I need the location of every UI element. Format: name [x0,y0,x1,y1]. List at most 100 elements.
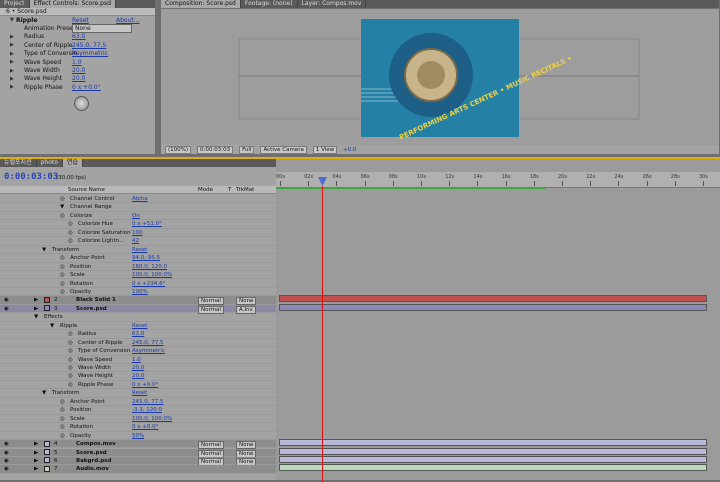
property-row[interactable]: ◎ Rotation 0 x +234.6° [0,280,276,288]
ec-prop-value[interactable]: 1.0 [72,59,82,66]
property-row[interactable]: ◎ Wave Speed 1.0 [0,356,276,364]
property-row[interactable]: ▼ Transform Reset [0,246,276,255]
property-row[interactable]: ◎ Opacity 100% [0,288,276,297]
expand-triangle-icon[interactable]: ◎ [68,229,73,237]
property-row[interactable]: ◎ Radius 63.0 [0,330,276,339]
property-row[interactable]: ◎ Position 160.0, 120.0 [0,263,276,272]
expand-triangle-icon[interactable]: ◎ [60,263,65,271]
property-value[interactable]: 245.0, 77.5 [132,398,164,406]
property-value[interactable]: Alpha [132,195,148,203]
property-row[interactable]: ◎ Scale 100.0, 100.0% [0,415,276,424]
expand-triangle-icon[interactable]: ◎ [68,330,73,338]
property-value[interactable]: Asymmetric [132,347,165,355]
property-row[interactable]: ◎ Position -3.3, 120.0 [0,406,276,415]
expand-triangle-icon[interactable]: ◎ [68,339,73,347]
ripple-phase-dial[interactable] [74,96,89,111]
expand-triangle-icon[interactable]: ◎ [60,271,65,279]
property-value[interactable]: Reset [132,246,147,254]
exposure-value[interactable]: +0.0 [343,147,356,153]
eye-icon[interactable]: ◉ [4,465,9,473]
header-source[interactable]: Source Name [68,187,105,193]
layer-triangle-icon[interactable]: ▶ [34,457,38,465]
layer-name[interactable]: Audio.mov [76,465,109,473]
property-row[interactable]: ◎ Channel Control Alpha [0,195,276,204]
expand-triangle-icon[interactable]: ▼ [50,322,54,330]
property-row[interactable]: ◎ Colorize Hue 0 x +51.0° [0,220,276,229]
eye-icon[interactable]: ◉ [4,449,9,457]
views-dropdown[interactable]: 1 View [312,145,338,154]
header-mode[interactable]: Mode [198,187,213,193]
layer-duration-bar[interactable] [279,455,707,463]
property-row[interactable]: ◎ Wave Height 20.0 [0,372,276,381]
expand-triangle-icon[interactable]: ▶ [10,84,14,90]
expand-triangle-icon[interactable]: ▼ [10,17,14,23]
label-color[interactable] [44,296,50,304]
time-ruler[interactable]: 00s 02s 04s 06s 08s 10s 12s 14s 16s 18s 20s 22s 24s 2… [276,172,720,188]
property-value[interactable]: Reset [132,389,147,397]
layer-row[interactable]: ◉ ▶ 2 Black Solid 1 Normal None [0,296,276,306]
layer-duration-bar[interactable] [279,295,707,303]
property-row[interactable]: ▼ Transform Reset [0,389,276,398]
layer-name[interactable]: Black Solid 1 [76,296,116,304]
property-value[interactable]: 100% [132,288,148,296]
header-trkmat[interactable]: TrkMat [236,187,254,193]
expand-triangle-icon[interactable]: ▼ [60,203,64,211]
expand-triangle-icon[interactable]: ◎ [60,288,65,296]
layer-triangle-icon[interactable]: ▶ [34,449,38,457]
resolution-dropdown[interactable]: Full [239,145,255,154]
eye-icon[interactable]: ◉ [4,305,9,313]
comp-timecode[interactable]: 0:00:03:03 [197,145,234,154]
expand-triangle-icon[interactable]: ◎ [68,364,73,372]
layer-row[interactable]: ◉ ▶ 4 Compos.mov Normal None [0,440,276,450]
property-value[interactable]: 42 [132,237,139,245]
property-value[interactable]: 245.0, 77.5 [132,339,164,347]
expand-triangle-icon[interactable]: ◎ [60,212,65,220]
expand-triangle-icon[interactable]: ▶ [10,76,14,82]
label-color[interactable] [44,465,50,473]
property-value[interactable]: 100.0, 100.0% [132,271,172,279]
layer-name[interactable]: Score.psd [76,305,107,313]
layer-name[interactable]: Bakgrd.psd [76,457,111,465]
property-row[interactable]: ◎ Anchor Point 94.0, 95.5 [0,254,276,263]
layer-duration-bar[interactable] [279,447,707,455]
property-row[interactable]: ◎ Type of Conversion Asymmetric [0,347,276,356]
expand-triangle-icon[interactable]: ◎ [60,254,65,262]
eye-icon[interactable]: ◉ [4,440,9,448]
property-value[interactable]: 100.0, 100.0% [132,415,172,423]
expand-triangle-icon[interactable]: ▶ [10,59,14,65]
expand-triangle-icon[interactable]: ▼ [34,313,38,321]
ec-prop-value[interactable]: 0 x +0.0° [72,84,101,91]
comp-viewer[interactable]: PERFORMING ARTS CENTER • MUSIC RECITALS … [161,9,719,145]
tab-layer[interactable]: Layer: Compos.mov [298,0,367,8]
expand-triangle-icon[interactable]: ◎ [68,381,73,389]
property-value[interactable]: 0 x +51.0° [132,220,162,228]
reset-button[interactable]: Reset [72,17,89,24]
property-value[interactable]: 20.0 [132,364,144,372]
property-value[interactable]: 1.0 [132,356,141,364]
ec-prop-value[interactable]: Asymmetric [72,50,108,57]
label-color[interactable] [44,440,50,448]
zoom-dropdown[interactable]: (100%) [165,145,192,154]
expand-triangle-icon[interactable]: ◎ [60,280,65,288]
property-value[interactable]: 100 [132,229,143,237]
property-value[interactable]: 20.0 [132,372,144,380]
expand-triangle-icon[interactable]: ◎ [60,432,65,440]
label-color[interactable] [44,305,50,313]
expand-triangle-icon[interactable]: ▼ [42,389,46,397]
expand-triangle-icon[interactable]: ◎ [68,220,73,228]
expand-triangle-icon[interactable]: ▶ [10,34,14,40]
layer-name[interactable]: Score.psd [76,449,107,457]
presets-dropdown[interactable]: None [72,24,132,34]
property-row[interactable]: ▼ Ripple Reset [0,322,276,331]
property-value[interactable]: Reset [132,322,147,330]
expand-triangle-icon[interactable]: ◎ [60,406,65,414]
property-value[interactable]: 63.0 [132,330,144,338]
layer-row[interactable]: ◉ ▶ 7 Audio.mov [0,465,276,474]
ec-prop-value[interactable]: 20.0 [72,75,85,82]
layer-row[interactable]: ◉ ▶ 6 Bakgrd.psd Normal None [0,456,276,466]
camera-dropdown[interactable]: Active Camera [260,145,307,154]
expand-triangle-icon[interactable]: ▼ [42,246,46,254]
property-value[interactable]: 0 x +234.6° [132,280,165,288]
property-row[interactable]: ▼ Channel Range [0,203,276,212]
current-time[interactable]: 0:00:03:03 [4,172,58,182]
